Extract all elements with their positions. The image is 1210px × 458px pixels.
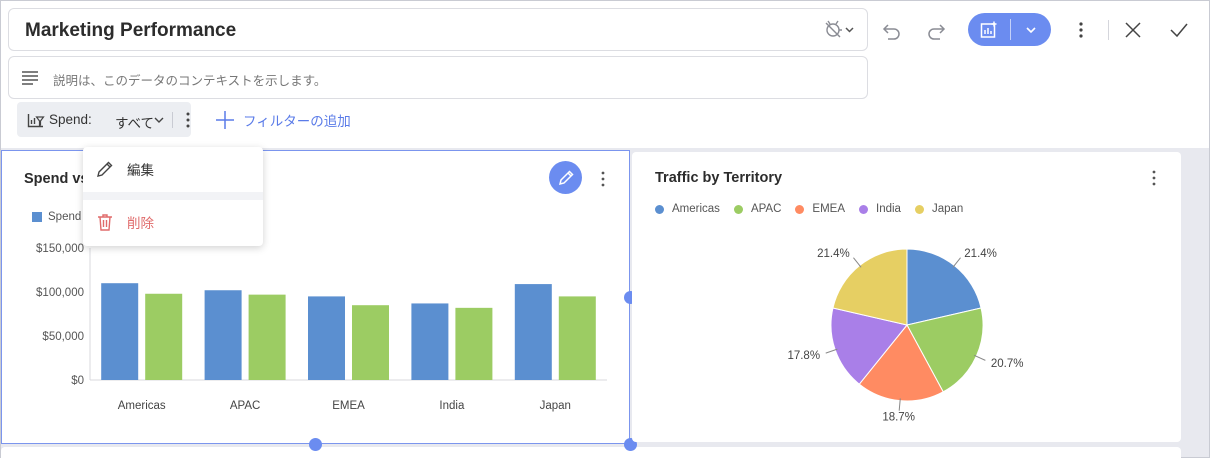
trash-icon <box>98 214 112 231</box>
title-field[interactable]: Marketing Performance <box>8 8 868 51</box>
more-options-button[interactable] <box>1066 15 1096 45</box>
resize-handle-bottom[interactable] <box>309 438 322 451</box>
menu-item-delete-label: 削除 <box>127 216 154 231</box>
more-vertical-icon[interactable] <box>595 170 611 188</box>
chart-filter-icon <box>27 114 45 128</box>
bar[interactable] <box>308 296 345 380</box>
more-vertical-icon <box>1079 22 1083 38</box>
add-visualization-split-button <box>968 13 1051 46</box>
add-visualization-dropdown[interactable] <box>1011 13 1051 46</box>
x-tick-label: Americas <box>118 400 166 412</box>
description-field[interactable]: 説明は、このデータのコンテキストを示します。 <box>8 56 868 99</box>
save-button[interactable] <box>1164 15 1194 45</box>
menu-item-edit-label: 編集 <box>127 163 154 178</box>
spend-filter-chip[interactable]: Spend: すべて <box>17 102 191 137</box>
pencil-icon <box>97 161 113 177</box>
y-tick-label: $50,000 <box>42 331 84 343</box>
pie-value-label: 20.7% <box>991 358 1024 370</box>
bar[interactable] <box>145 293 183 380</box>
description-placeholder: 説明は、このデータのコンテキストを示します。 <box>53 74 327 88</box>
redo-button[interactable] <box>922 16 952 46</box>
add-visualization-button[interactable] <box>968 13 1010 46</box>
x-tick-label: India <box>439 400 465 412</box>
pencil-icon <box>558 169 574 185</box>
bar[interactable] <box>352 305 389 380</box>
bar[interactable] <box>411 303 449 380</box>
dashboard-title[interactable]: Marketing Performance <box>25 20 236 42</box>
edit-widget-button[interactable] <box>549 161 582 194</box>
menu-item-edit[interactable]: 編集 <box>83 147 263 191</box>
x-tick-label: EMEA <box>332 400 365 412</box>
add-filter-button[interactable]: フィルターの追加 <box>215 109 351 131</box>
filter-chip-value: すべて <box>115 116 155 131</box>
chevron-down-icon <box>1026 26 1036 33</box>
undo-button[interactable] <box>876 16 906 46</box>
chevron-down-icon[interactable] <box>153 114 165 126</box>
close-button[interactable] <box>1118 15 1148 45</box>
pie-leader-line <box>853 257 862 268</box>
pie-value-label: 21.4% <box>964 248 997 260</box>
pie-value-label: 17.8% <box>787 350 820 362</box>
toolbar-separator <box>1108 20 1109 40</box>
menu-item-delete[interactable]: 削除 <box>83 200 263 244</box>
close-icon <box>1125 22 1141 38</box>
add-filter-label: フィルターの追加 <box>243 114 351 129</box>
y-tick-label: $0 <box>71 375 84 387</box>
pie-leader-line <box>952 257 961 268</box>
y-tick-label: $150,000 <box>36 243 84 255</box>
bar[interactable] <box>558 296 596 380</box>
bar[interactable] <box>248 294 286 380</box>
y-tick-label: $100,000 <box>36 287 84 299</box>
redo-icon <box>928 24 946 40</box>
theme-icon[interactable] <box>821 19 857 41</box>
pie-value-label: 21.4% <box>817 248 850 260</box>
text-lines-icon <box>22 71 38 85</box>
x-tick-label: Japan <box>540 400 571 412</box>
chip-separator <box>172 112 173 128</box>
filter-chip-label: Spend: <box>49 112 92 127</box>
plus-icon <box>216 111 234 129</box>
pie-value-label: 18.7% <box>882 412 915 424</box>
menu-divider <box>83 192 263 200</box>
next-widget-edge <box>1 447 1181 458</box>
traffic-pie-chart: 21.4% 20.7% 18.7% 17.8% 21.4% <box>787 248 1024 424</box>
filter-context-menu: 編集 削除 <box>83 147 263 246</box>
add-chart-icon <box>980 21 997 38</box>
undo-icon <box>882 24 900 40</box>
bar[interactable] <box>514 284 552 380</box>
traffic-widget[interactable]: Traffic by Territory Americas APAC EMEA Ind… <box>632 152 1181 442</box>
more-vertical-icon[interactable] <box>180 111 196 129</box>
bar[interactable] <box>455 307 493 380</box>
bar[interactable] <box>101 283 139 380</box>
x-tick-label: APAC <box>230 400 260 412</box>
bar[interactable] <box>204 290 242 380</box>
check-icon <box>1170 23 1188 38</box>
